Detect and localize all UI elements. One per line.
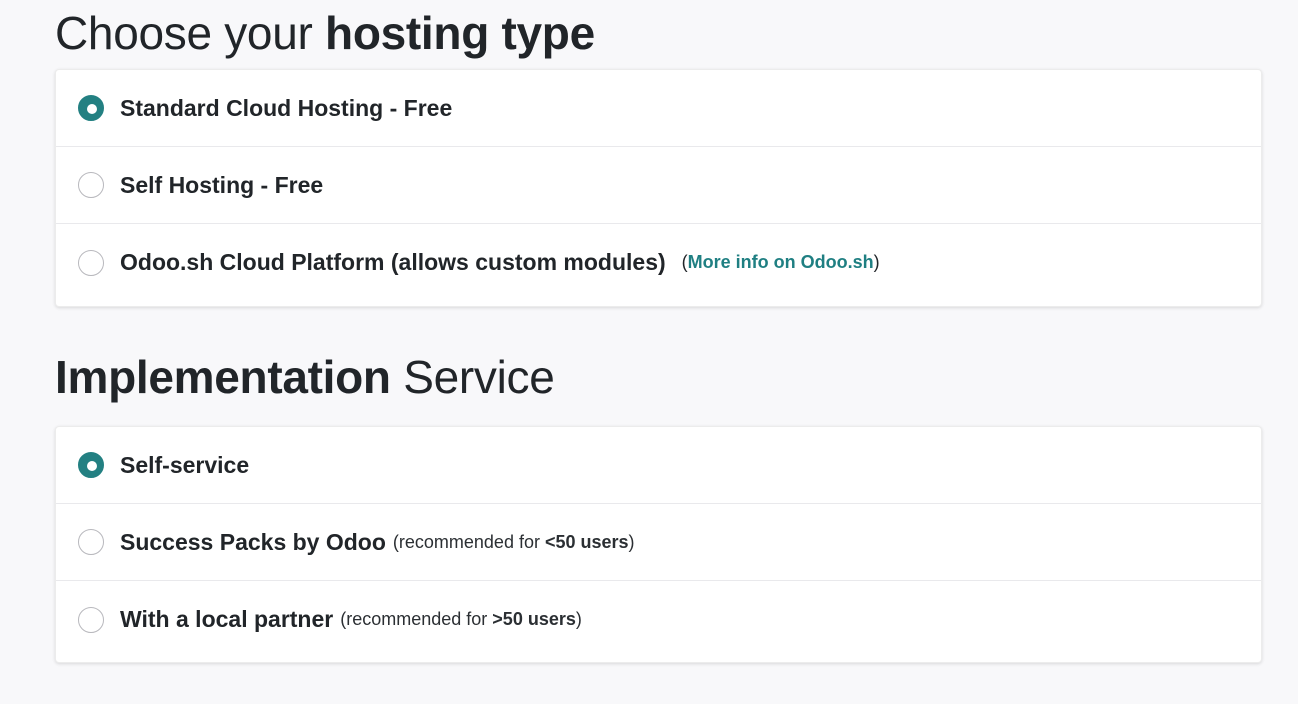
impl-option-self-service[interactable]: Self-service bbox=[56, 427, 1261, 504]
note-suffix: ) bbox=[575, 609, 582, 629]
option-label: With a local partner bbox=[120, 606, 334, 632]
hosting-options-card: Standard Cloud Hosting - Free Self Hosti… bbox=[55, 69, 1262, 307]
radio-odoo-sh[interactable] bbox=[78, 249, 104, 276]
more-info-odoo-sh-link[interactable]: More info on Odoo.sh bbox=[688, 252, 874, 272]
impl-title-light: Service bbox=[403, 351, 555, 403]
implementation-options-card: Self-service Success Packs by Odoo (reco… bbox=[55, 426, 1262, 663]
hosting-option-standard-cloud[interactable]: Standard Cloud Hosting - Free bbox=[56, 70, 1261, 147]
hosting-option-odoo-sh[interactable]: Odoo.sh Cloud Platform (allows custom mo… bbox=[56, 224, 1261, 301]
radio-standard-cloud[interactable] bbox=[78, 95, 104, 121]
note-prefix: (recommended for bbox=[392, 531, 545, 552]
impl-title-bold: Implementation bbox=[55, 351, 391, 403]
option-note: (recommended for >50 users) bbox=[340, 609, 582, 630]
impl-option-success-packs[interactable]: Success Packs by Odoo (recommended for <… bbox=[56, 504, 1261, 581]
radio-local-partner[interactable] bbox=[78, 606, 104, 633]
option-label: Odoo.sh Cloud Platform (allows custom mo… bbox=[120, 249, 666, 275]
paren-close: ) bbox=[873, 252, 880, 272]
option-label: Self Hosting - Free bbox=[120, 171, 324, 198]
hosting-title-light: Choose your bbox=[55, 7, 313, 59]
option-label: Standard Cloud Hosting - Free bbox=[120, 94, 453, 121]
note-prefix: (recommended for bbox=[340, 609, 493, 629]
option-note: (recommended for <50 users) bbox=[393, 532, 635, 553]
radio-self-service[interactable] bbox=[78, 452, 104, 478]
implementation-service-title: Implementation Service bbox=[55, 350, 555, 404]
more-info-wrapper: (More info on Odoo.sh) bbox=[682, 252, 880, 273]
impl-option-local-partner[interactable]: With a local partner (recommended for >5… bbox=[56, 581, 1261, 658]
hosting-title-bold: hosting type bbox=[325, 7, 595, 59]
radio-success-packs[interactable] bbox=[78, 529, 104, 555]
hosting-option-self-hosting[interactable]: Self Hosting - Free bbox=[56, 147, 1261, 224]
note-users: <50 users bbox=[544, 531, 629, 552]
hosting-type-title: Choose your hosting type bbox=[55, 6, 595, 60]
option-label: Success Packs by Odoo bbox=[120, 528, 386, 555]
radio-self-hosting[interactable] bbox=[78, 172, 104, 198]
option-label: Self-service bbox=[120, 451, 250, 478]
note-suffix: ) bbox=[628, 531, 635, 552]
note-users: >50 users bbox=[492, 609, 576, 629]
